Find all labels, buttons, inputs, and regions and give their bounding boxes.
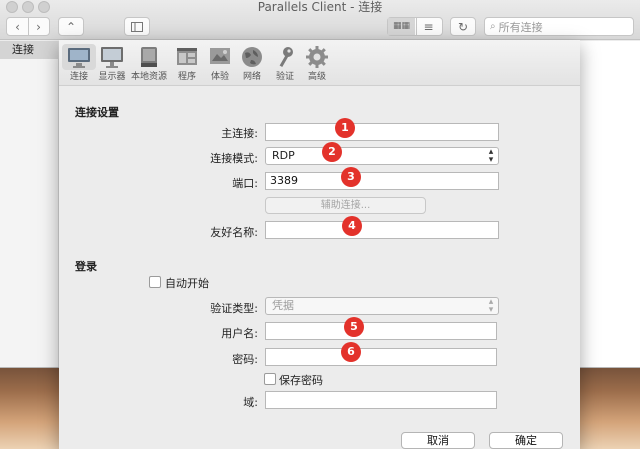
friendly-name-input[interactable] [265, 221, 499, 239]
sidebar-icon [131, 21, 143, 32]
tab-programs[interactable]: 程序 [169, 44, 205, 83]
annotation-badge: 3 [341, 167, 361, 187]
cancel-button[interactable]: 取消 [401, 432, 475, 449]
tab-network-label: 网络 [242, 72, 261, 82]
connection-settings-dialog: 连接 显示器 本地资源 程序 体验 网络 验证 高级 连接设置 主连接: 连接模… [59, 40, 580, 449]
tab-connection-label: 连接 [69, 72, 88, 82]
disk-icon [141, 47, 157, 67]
tab-authentication[interactable]: 验证 [267, 44, 303, 83]
annotation-badge: 1 [335, 118, 355, 138]
auth-type-value: 凭据 [272, 299, 294, 312]
connection-settings-heading: 连接设置 [75, 106, 119, 119]
tab-connection[interactable]: 连接 [61, 44, 97, 83]
tab-experience-label: 体验 [210, 72, 229, 82]
connection-mode-value: RDP [272, 149, 295, 162]
auth-type-select[interactable]: 凭据 ▴ ▾ [265, 297, 499, 315]
tab-experience[interactable]: 体验 [202, 44, 238, 83]
auto-start-checkbox[interactable] [149, 276, 161, 288]
ok-button[interactable]: 确定 [489, 432, 563, 449]
connection-list[interactable] [580, 41, 640, 367]
login-heading: 登录 [75, 260, 97, 273]
chevron-left-icon[interactable]: ‹ [7, 20, 28, 34]
refresh-button[interactable]: ↻ [450, 17, 476, 36]
program-icon [177, 48, 197, 65]
password-label: 密码: [232, 353, 258, 366]
save-password-label: 保存密码 [279, 374, 323, 387]
connection-mode-label: 连接模式: [210, 152, 258, 165]
annotation-badge: 5 [344, 317, 364, 337]
search-placeholder: 所有连接 [498, 20, 543, 34]
up-button[interactable]: ⌃ [58, 17, 84, 36]
tab-programs-label: 程序 [177, 72, 196, 82]
friendly-name-label: 友好名称: [210, 226, 258, 239]
secondary-connections-button[interactable]: 辅助连接... [265, 197, 426, 214]
sidebar-item-connections[interactable]: 连接 [0, 41, 58, 59]
primary-connection-label: 主连接: [221, 127, 258, 140]
annotation-badge: 6 [341, 342, 361, 362]
username-input[interactable] [265, 322, 497, 340]
auto-start-label: 自动开始 [165, 277, 209, 290]
tab-local-resources[interactable]: 本地资源 [131, 44, 167, 83]
select-arrows-icon: ▴ ▾ [488, 297, 494, 315]
view-mode-control[interactable]: ▦▦ ≡ [387, 17, 443, 36]
gear-icon [306, 46, 328, 68]
domain-label: 域: [243, 396, 258, 409]
domain-input[interactable] [265, 391, 497, 409]
chevron-up-icon: ⌃ [65, 19, 77, 34]
connection-mode-select[interactable]: RDP ▴ ▾ [265, 147, 499, 165]
tab-display-label: 显示器 [98, 72, 126, 82]
globe-icon [242, 47, 262, 67]
window-title: Parallels Client - 连接 [257, 0, 383, 14]
sidebar-toggle-button[interactable] [124, 17, 150, 36]
port-input[interactable]: 3389 [265, 172, 499, 190]
select-arrows-icon: ▴ ▾ [488, 147, 494, 165]
key-icon [279, 47, 293, 68]
tab-local-resources-label: 本地资源 [131, 72, 168, 82]
display-icon [101, 47, 123, 68]
username-label: 用户名: [221, 327, 258, 340]
annotation-badge: 4 [342, 216, 362, 236]
sidebar: 连接 [0, 41, 59, 367]
grid-view-icon[interactable]: ▦▦ [388, 18, 415, 35]
primary-connection-input[interactable] [265, 123, 499, 141]
port-label: 端口: [232, 177, 258, 190]
title-bar: Parallels Client - 连接 ‹ › ⌃ ▦▦ ≡ ↻ ⌕ 所有连… [0, 0, 640, 40]
search-icon: ⌕ [490, 21, 496, 32]
tab-network[interactable]: 网络 [234, 44, 270, 83]
list-view-icon[interactable]: ≡ [415, 20, 442, 34]
experience-icon [210, 48, 230, 64]
search-field[interactable]: ⌕ 所有连接 [484, 17, 634, 36]
password-input[interactable] [265, 348, 497, 366]
refresh-icon: ↻ [457, 19, 469, 34]
monitor-icon [68, 48, 90, 68]
back-forward-control[interactable]: ‹ › [6, 17, 50, 36]
auth-type-label: 验证类型: [210, 302, 258, 315]
tab-advanced[interactable]: 高级 [299, 44, 335, 83]
chevron-right-icon[interactable]: › [28, 20, 49, 34]
settings-toolbar: 连接 显示器 本地资源 程序 体验 网络 验证 高级 [59, 40, 580, 86]
annotation-badge: 2 [322, 142, 342, 162]
save-password-checkbox[interactable] [264, 373, 276, 385]
tab-advanced-label: 高级 [307, 72, 326, 82]
tab-authentication-label: 验证 [275, 72, 294, 82]
tab-display[interactable]: 显示器 [94, 44, 130, 83]
